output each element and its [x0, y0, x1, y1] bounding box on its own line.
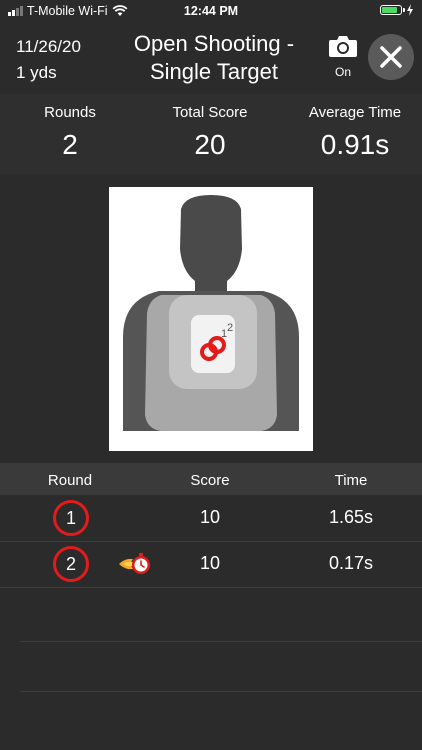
status-right	[380, 4, 414, 16]
status-bar: T-Mobile Wi-Fi 12:44 PM	[0, 0, 422, 22]
row-divider	[20, 691, 422, 692]
rounds-table-body: 1 10 1.65s 2 10 0.17s	[0, 495, 422, 750]
session-meta: 11/26/20 1 yds	[16, 34, 81, 86]
average-time-value: 0.91s	[320, 129, 390, 160]
total-score-value: 20	[194, 129, 226, 160]
rounds-table-header: Round Score Time	[0, 463, 422, 495]
title-line-2: Single Target	[149, 59, 278, 84]
status-time: 12:44 PM	[183, 4, 239, 18]
fast-shot-icon	[119, 553, 150, 574]
round-time: 1.65s	[328, 507, 374, 527]
battery-level	[382, 7, 397, 13]
rounds-label: Rounds	[44, 104, 96, 121]
header-score: Score	[190, 472, 230, 489]
target-image[interactable]: 12	[109, 187, 313, 451]
rounds-stat: Rounds 2	[30, 104, 110, 161]
rounds-value: 2	[62, 129, 78, 160]
round-time: 0.17s	[328, 553, 374, 573]
session-title: Open Shooting - Single Target	[108, 30, 320, 86]
session-date: 11/26/20	[16, 37, 81, 56]
total-score-stat: Total Score 20	[160, 104, 260, 161]
charging-icon	[407, 4, 413, 16]
round-number-badge: 2	[53, 546, 89, 582]
round-number-badge: 1	[53, 500, 89, 536]
camera-toggle-button[interactable]: On	[325, 34, 361, 79]
camera-icon	[329, 36, 357, 57]
round-score: 10	[199, 553, 221, 573]
round-score: 10	[199, 507, 221, 527]
table-row[interactable]: 1 10 1.65s	[0, 495, 422, 542]
table-row[interactable]: 2 10 0.17s	[0, 541, 422, 588]
title-line-1: Open Shooting -	[133, 31, 295, 56]
battery-icon	[380, 5, 405, 15]
session-distance: 1 yds	[16, 63, 57, 82]
close-button[interactable]	[368, 34, 414, 80]
header-round: Round	[47, 472, 93, 489]
camera-state-label: On	[334, 65, 351, 79]
average-time-label: Average Time	[308, 104, 402, 121]
close-icon	[380, 46, 402, 68]
total-score-label: Total Score	[172, 104, 248, 121]
shot-hit-label: 2	[227, 322, 233, 334]
stats-panel: Rounds 2 Total Score 20 Average Time 0.9…	[0, 94, 422, 174]
header-time: Time	[334, 472, 368, 489]
session-header: 11/26/20 1 yds Open Shooting - Single Ta…	[0, 22, 422, 94]
silhouette-target: 12	[123, 195, 299, 431]
row-divider	[20, 641, 422, 642]
average-time-stat: Average Time 0.91s	[296, 104, 414, 161]
target-head	[180, 195, 242, 281]
